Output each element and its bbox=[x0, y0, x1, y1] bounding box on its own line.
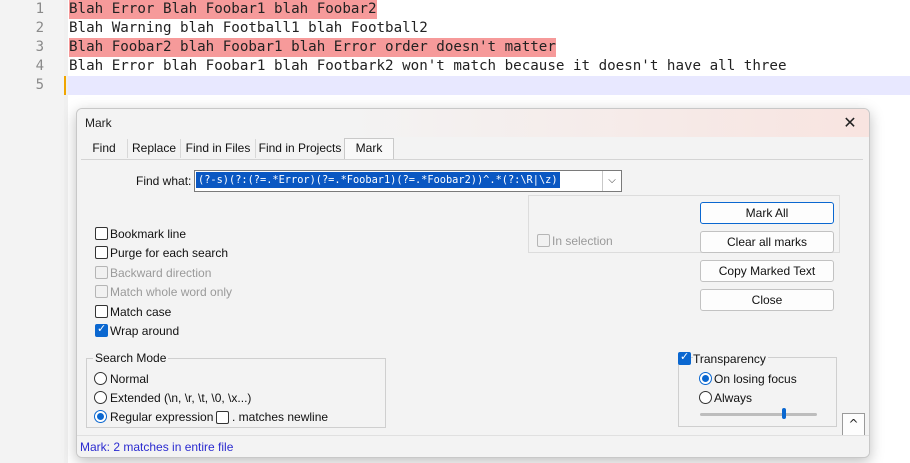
transparency-checkbox[interactable] bbox=[678, 350, 691, 365]
in-selection-checkbox[interactable] bbox=[537, 234, 550, 247]
wrap-around-checkbox[interactable] bbox=[95, 322, 108, 337]
bookmark-line-checkbox[interactable] bbox=[95, 227, 108, 240]
copy-marked-text-button[interactable]: Copy Marked Text bbox=[700, 260, 834, 282]
in-selection-label: In selection bbox=[552, 234, 613, 248]
regex-radio[interactable] bbox=[94, 410, 107, 423]
line-number: 3 bbox=[35, 39, 44, 55]
editor-line[interactable]: 4 Blah Error blah Foobar1 blah Footbark2… bbox=[0, 57, 910, 76]
purge-checkbox[interactable] bbox=[95, 246, 108, 259]
backward-direction-checkbox[interactable] bbox=[95, 266, 108, 279]
always-label: Always bbox=[714, 391, 753, 405]
chevron-down-icon[interactable]: ⌵ bbox=[602, 171, 621, 191]
status-bar: Mark: 2 matches in entire file bbox=[77, 435, 869, 457]
find-what-value[interactable]: (?-s)(?:(?=.*Error)(?=.*Foobar1)(?=.*Foo… bbox=[196, 172, 560, 188]
editor-line[interactable]: 1 Blah Error Blah Foobar1 blah Foobar2 bbox=[0, 0, 910, 19]
whole-word-checkbox[interactable] bbox=[95, 285, 108, 298]
extended-label: Extended (\n, \r, \t, \0, \x...) bbox=[110, 391, 252, 405]
find-what-label: Find what: bbox=[136, 174, 192, 188]
match-case-label: Match case bbox=[110, 305, 172, 319]
line-number: 4 bbox=[35, 58, 44, 74]
close-icon[interactable]: ✕ bbox=[839, 112, 861, 134]
tab-find[interactable]: Find bbox=[81, 139, 128, 158]
mark-dialog: Mark ✕ Find Replace Find in Files Find i… bbox=[76, 108, 870, 458]
extended-radio[interactable] bbox=[94, 391, 107, 404]
find-what-input[interactable]: (?-s)(?:(?=.*Error)(?=.*Foobar1)(?=.*Foo… bbox=[194, 170, 622, 192]
wrap-around-label: Wrap around bbox=[110, 324, 180, 338]
whole-word-label: Match whole word only bbox=[110, 285, 233, 299]
search-mode-title: Search Mode bbox=[93, 351, 169, 365]
line-number: 5 bbox=[35, 77, 44, 93]
close-button[interactable]: Close bbox=[700, 289, 834, 311]
line-text[interactable]: Blah Error Blah Foobar1 blah Foobar2 bbox=[69, 0, 377, 19]
status-text: Mark: 2 matches in entire file bbox=[80, 440, 234, 454]
editor-line[interactable]: 5 bbox=[0, 76, 910, 95]
line-number: 2 bbox=[35, 20, 44, 36]
line-text[interactable]: Blah Foobar2 blah Foobar1 blah Error ord… bbox=[69, 38, 556, 57]
matches-newline-checkbox[interactable] bbox=[216, 411, 229, 424]
normal-label: Normal bbox=[110, 372, 149, 386]
matches-newline-label: . matches newline bbox=[232, 410, 329, 424]
transparency-slider[interactable] bbox=[700, 413, 817, 416]
clear-marks-button[interactable]: Clear all marks bbox=[700, 231, 834, 253]
regex-label: Regular expression bbox=[110, 410, 214, 424]
mark-all-button[interactable]: Mark All bbox=[700, 202, 834, 224]
transparency-slider-thumb[interactable] bbox=[782, 408, 786, 419]
match-case-checkbox[interactable] bbox=[95, 305, 108, 318]
tab-replace[interactable]: Replace bbox=[128, 139, 181, 158]
line-number: 1 bbox=[35, 1, 44, 17]
editor-line[interactable]: 3 Blah Foobar2 blah Foobar1 blah Error o… bbox=[0, 38, 910, 57]
tab-mark[interactable]: Mark bbox=[344, 138, 394, 160]
dialog-titlebar[interactable]: Mark ✕ bbox=[77, 109, 869, 137]
dialog-title: Mark bbox=[85, 116, 112, 130]
editor-line[interactable]: 2 Blah Warning blah Football1 blah Footb… bbox=[0, 19, 910, 38]
tab-find-in-files[interactable]: Find in Files bbox=[181, 139, 256, 158]
line-text[interactable]: Blah Warning blah Football1 blah Footbal… bbox=[69, 19, 428, 38]
backward-direction-label: Backward direction bbox=[110, 266, 212, 280]
transparency-label: Transparency bbox=[693, 352, 768, 366]
on-losing-focus-radio[interactable] bbox=[699, 372, 712, 385]
line-text[interactable]: Blah Error blah Foobar1 blah Footbark2 w… bbox=[69, 57, 787, 76]
always-radio[interactable] bbox=[699, 391, 712, 404]
bookmark-line-label: Bookmark line bbox=[110, 227, 187, 241]
on-losing-focus-label: On losing focus bbox=[714, 372, 797, 386]
normal-radio[interactable] bbox=[94, 372, 107, 385]
purge-label: Purge for each search bbox=[110, 246, 229, 260]
tab-find-in-projects[interactable]: Find in Projects bbox=[256, 139, 345, 158]
expand-collapse-button[interactable]: ^ bbox=[842, 413, 865, 436]
